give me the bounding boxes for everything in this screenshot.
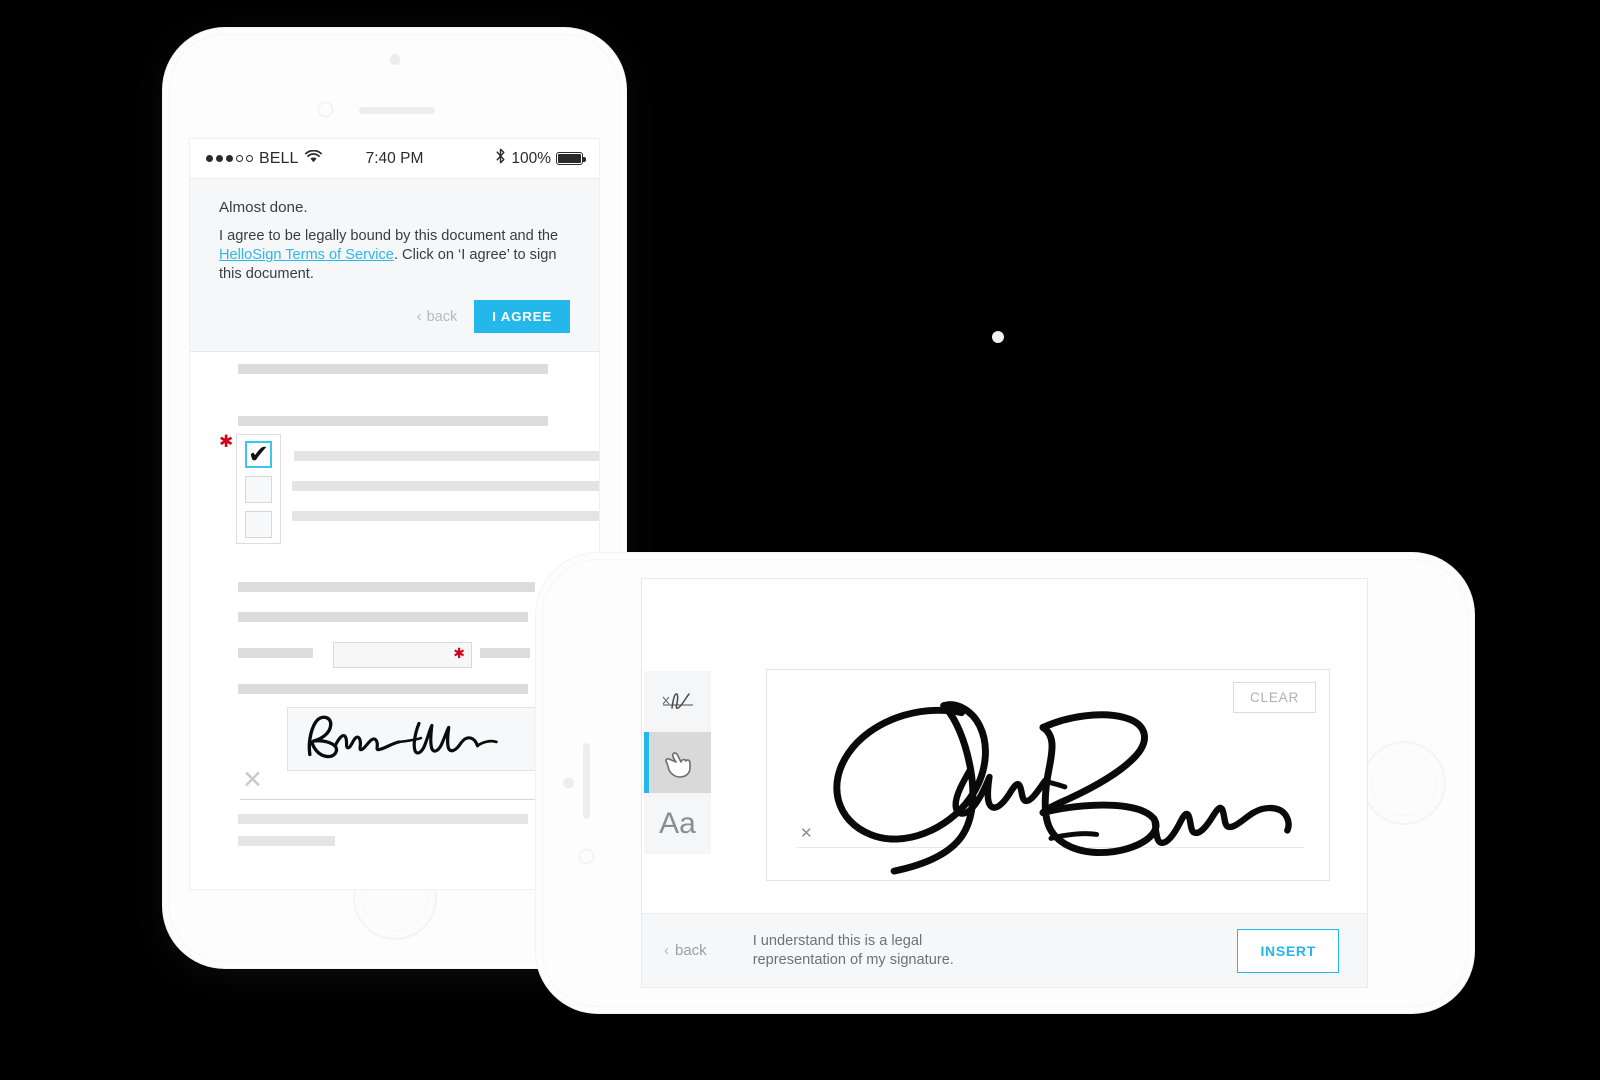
legal-disclaimer: I understand this is a legal representat… (753, 932, 954, 969)
front-camera-icon (318, 102, 333, 117)
type-signature-tool[interactable]: Aa (644, 793, 711, 854)
document-text-line (238, 612, 528, 623)
signature-line-icon (659, 689, 697, 715)
landscape-phone-screen: Aa CLEAR ✕ ‹ back I understand this is a… (641, 578, 1368, 988)
home-button[interactable] (1362, 741, 1446, 825)
required-field-marker: ✱ (453, 646, 465, 663)
wifi-icon (304, 149, 322, 168)
proximity-sensor-icon (563, 777, 574, 789)
bluetooth-icon (495, 148, 506, 169)
document-text-line (294, 451, 599, 462)
document-text-line (480, 648, 530, 659)
signature-pad[interactable]: CLEAR ✕ (766, 669, 1330, 881)
front-camera-icon (579, 849, 594, 864)
status-bar: BELL 7:40 PM 100% (190, 139, 599, 178)
draw-signature-tool[interactable] (644, 671, 711, 732)
terms-of-service-link[interactable]: HelloSign Terms of Service (219, 247, 394, 263)
checkbox-group[interactable]: ✔ (236, 434, 281, 545)
document-text-line (292, 511, 599, 522)
signature-footer: ‹ back I understand this is a legal repr… (642, 913, 1367, 987)
battery-full-icon (556, 152, 586, 165)
type-signature-label: Aa (659, 806, 696, 840)
status-bar-time: 7:40 PM (365, 149, 424, 167)
signature-x-mark: ✕ (242, 765, 263, 795)
chevron-left-icon: ‹ (664, 942, 669, 959)
checkbox-option-2[interactable] (245, 476, 272, 504)
screenshot-stage: BELL 7:40 PM 100% Almost done. I agree t… (0, 0, 1600, 1080)
back-button-label: back (426, 308, 458, 325)
back-button[interactable]: ‹ back (417, 309, 458, 325)
signature-baseline (240, 799, 542, 801)
i-agree-button[interactable]: I AGREE (474, 300, 570, 334)
agree-panel-body: I agree to be legally bound by this docu… (219, 227, 570, 284)
document-text-line (238, 648, 313, 659)
pointing-hand-icon (660, 747, 696, 779)
hand-draw-tool[interactable] (644, 732, 711, 793)
document-text-line (238, 582, 535, 593)
document-text-line (238, 684, 528, 695)
earpiece-speaker (359, 107, 435, 114)
earpiece-speaker (583, 743, 590, 819)
legal-line-2: representation of my signature. (752, 951, 954, 968)
text-input-field[interactable]: ✱ (333, 642, 472, 669)
legal-line-1: I understand this is a legal (752, 932, 923, 949)
signature-tool-rail: Aa (644, 671, 711, 854)
status-bar-left: BELL (206, 149, 322, 168)
agree-panel-title: Almost done. (219, 199, 308, 216)
back-button[interactable]: ‹ back (664, 942, 707, 959)
agree-panel: Almost done. I agree to be legally bound… (190, 178, 599, 353)
document-text-line (238, 416, 548, 427)
agree-panel-actions: ‹ back I AGREE (219, 300, 570, 334)
document-text-line (238, 836, 335, 847)
agree-text-before-link: I agree to be legally bound by this docu… (219, 228, 559, 244)
insert-signature-button[interactable]: INSERT (1237, 928, 1339, 973)
center-white-dot (992, 331, 1004, 343)
document-text-line (292, 481, 599, 492)
signature-field[interactable] (287, 707, 542, 772)
checkbox-option-1[interactable]: ✔ (245, 439, 272, 469)
checkmark-icon: ✔ (248, 439, 269, 469)
document-text-line (238, 364, 548, 375)
landscape-phone-device: Aa CLEAR ✕ ‹ back I understand this is a… (536, 553, 1474, 1013)
checkbox-option-3[interactable] (245, 511, 272, 539)
signature-ink-small (307, 715, 498, 759)
required-field-marker: ✱ (219, 432, 234, 453)
carrier-label: BELL (259, 149, 299, 167)
battery-percent-label: 100% (511, 149, 551, 167)
back-button-label: back (675, 942, 707, 959)
chevron-left-icon: ‹ (416, 308, 422, 326)
signature-ink-large (833, 701, 1292, 875)
document-text-line (238, 814, 528, 825)
proximity-sensor-icon (389, 54, 400, 65)
signal-strength-icon (206, 155, 253, 162)
signature-capture-area: Aa CLEAR ✕ (642, 579, 1367, 913)
status-bar-right: 100% (495, 148, 586, 169)
